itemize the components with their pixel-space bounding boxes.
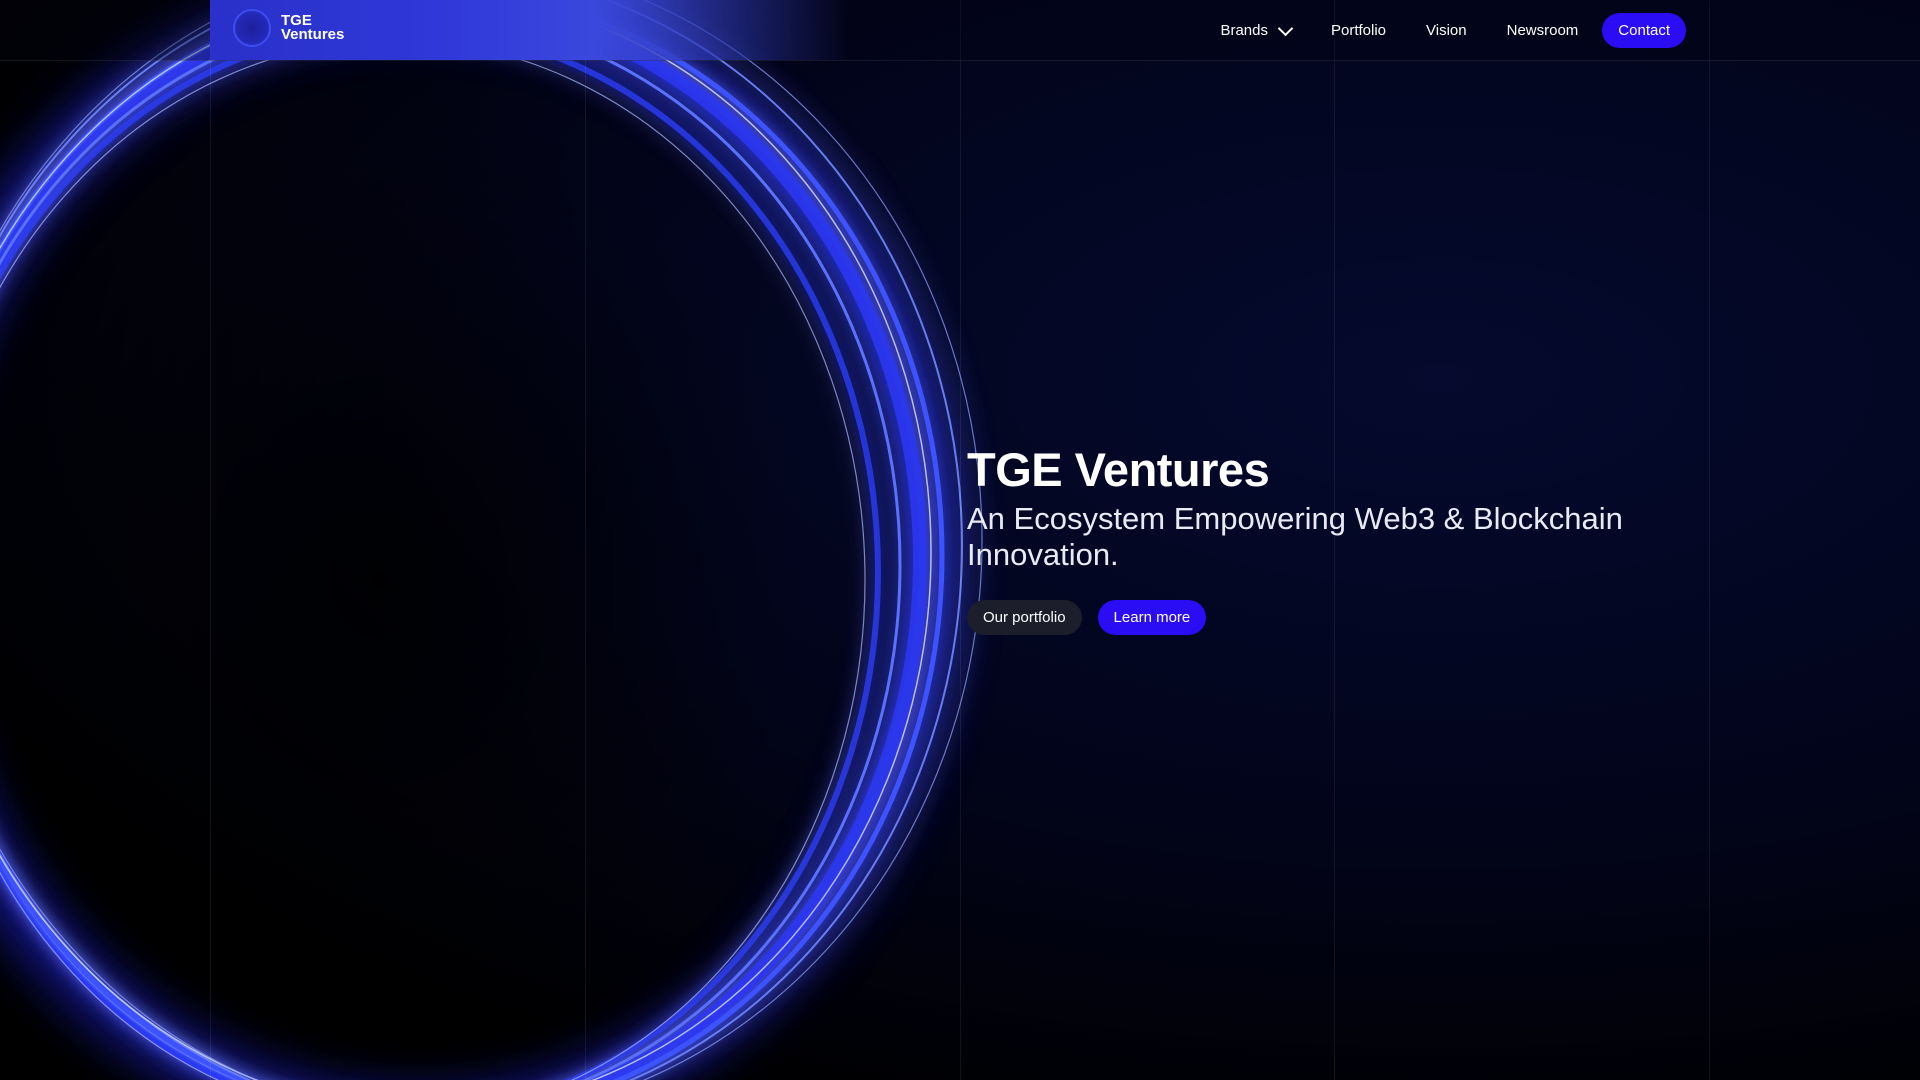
nav-item-vision[interactable]: Vision	[1406, 14, 1487, 47]
main-nav: Brands Portfolio Vision Newsroom Contact	[1200, 13, 1686, 48]
nav-item-label: Portfolio	[1330, 22, 1387, 39]
nav-item-brands[interactable]: Brands	[1200, 14, 1311, 47]
nav-item-label: Brands	[1220, 22, 1268, 39]
hero-subtitle-line-2: Innovation.	[967, 537, 1119, 572]
page: TGE Ventures Brands Portfolio Vision New…	[0, 0, 1920, 1080]
logo-line-2: Ventures	[281, 26, 345, 43]
hero-title: TGE Ventures	[967, 443, 1270, 496]
logo-text: TGE Ventures	[281, 13, 361, 43]
learn-more-button[interactable]: Learn more	[1097, 600, 1207, 635]
nav-item-newsroom[interactable]: Newsroom	[1487, 14, 1599, 47]
hero-buttons: Our portfolio Learn more	[967, 600, 1207, 635]
contact-button[interactable]: Contact	[1602, 13, 1686, 48]
our-portfolio-button[interactable]: Our portfolio	[967, 600, 1082, 635]
top-navbar: TGE Ventures Brands Portfolio Vision New…	[0, 0, 1920, 61]
hero-subtitle: An Ecosystem Empowering Web3 & Blockchai…	[967, 501, 1727, 573]
grid-divider	[210, 0, 211, 1080]
grid-divider	[960, 0, 961, 1080]
circle-logo-icon	[233, 9, 271, 47]
chevron-down-icon	[1277, 20, 1294, 36]
logo-link[interactable]: TGE Ventures	[233, 9, 361, 47]
hero-section: TGE Ventures An Ecosystem Empowering Web…	[967, 445, 1727, 573]
hero-subtitle-line-1: An Ecosystem Empowering Web3 & Blockchai…	[967, 501, 1623, 536]
grid-divider	[585, 0, 586, 1080]
nav-item-portfolio[interactable]: Portfolio	[1311, 14, 1406, 47]
nav-item-label: Newsroom	[1506, 22, 1579, 39]
nav-item-label: Vision	[1426, 22, 1467, 39]
